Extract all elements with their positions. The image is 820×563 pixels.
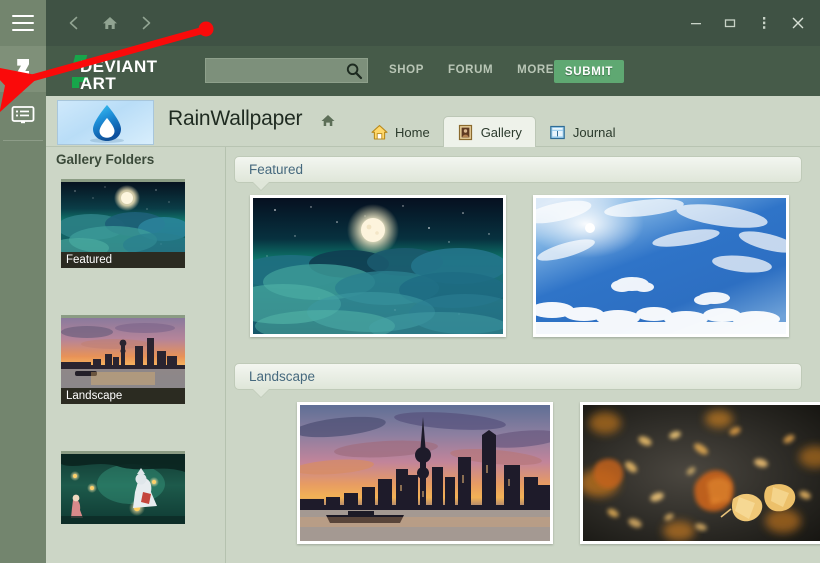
feed-list-icon xyxy=(11,106,35,124)
folder-label-landscape: Landscape xyxy=(61,388,185,404)
thumbnail-image xyxy=(300,405,550,541)
home-icon xyxy=(103,17,117,29)
folder-featured[interactable]: Featured xyxy=(61,179,185,268)
rail-item-feed[interactable] xyxy=(0,92,46,138)
site-nav: SHOP FORUM MORE xyxy=(389,64,554,76)
gallery-item-blue-sky[interactable] xyxy=(533,195,789,337)
section-header-featured: Featured xyxy=(234,156,802,190)
journal-book-icon xyxy=(549,124,566,141)
profile-home-icon[interactable] xyxy=(321,114,335,127)
overflow-menu-button[interactable] xyxy=(748,8,780,38)
gallery-folders-sidebar: Gallery Folders Featured Landscape xyxy=(46,147,225,563)
nav-item-more[interactable]: MORE xyxy=(517,64,554,76)
tab-gallery[interactable]: Gallery xyxy=(442,116,536,147)
close-button[interactable] xyxy=(782,8,814,38)
picture-frame-icon xyxy=(457,124,474,141)
content-area: Gallery Folders Featured Landscape Featu… xyxy=(46,147,820,563)
tab-home-label: Home xyxy=(395,125,430,140)
folder-third[interactable] xyxy=(61,451,185,524)
left-rail xyxy=(0,0,46,563)
back-button[interactable] xyxy=(58,8,90,38)
page-body: RainWallpaper Home Gallery Journal Galle… xyxy=(46,96,820,563)
rail-divider xyxy=(3,140,43,141)
tab-journal-label: Journal xyxy=(572,125,616,140)
hamburger-icon xyxy=(12,15,34,31)
tab-journal[interactable]: Journal xyxy=(536,118,629,147)
gallery-item-autumn-leaves[interactable] xyxy=(580,402,820,544)
section-title-landscape: Landscape xyxy=(249,369,316,384)
deviantart-header: DEVIANT ART SHOP FORUM MORE SUBMIT xyxy=(46,46,820,96)
chevron-left-icon xyxy=(69,16,78,30)
search-icon[interactable] xyxy=(345,62,363,80)
deviantart-wordmark[interactable]: DEVIANT ART xyxy=(60,51,180,93)
menu-toggle-button[interactable] xyxy=(0,0,46,46)
folder-thumb-city-sunset xyxy=(61,318,185,388)
profile-tabs: Home Gallery Journal xyxy=(358,116,629,147)
close-icon xyxy=(792,17,804,29)
droplet-shadow xyxy=(90,138,124,143)
water-droplet-icon xyxy=(93,105,121,141)
search-input[interactable] xyxy=(206,59,344,82)
nav-item-shop[interactable]: SHOP xyxy=(389,64,424,76)
section-tail xyxy=(253,182,269,190)
thumbnail-image xyxy=(253,198,503,334)
kebab-menu-icon xyxy=(763,17,766,29)
folder-thumb-forest-lanterns xyxy=(61,454,185,524)
browser-nav-buttons xyxy=(58,8,162,38)
sidebar-title: Gallery Folders xyxy=(56,152,155,167)
house-icon xyxy=(371,124,388,141)
gallery-main: Featured Landscape xyxy=(226,147,820,563)
minimize-icon xyxy=(691,23,701,25)
gallery-item-moonlit-clouds[interactable] xyxy=(250,195,506,337)
folder-landscape[interactable]: Landscape xyxy=(61,315,185,404)
folder-thumb-moonlit-clouds xyxy=(61,182,185,252)
section-header-landscape: Landscape xyxy=(234,363,802,397)
section-tail xyxy=(253,389,269,397)
app-window: DEVIANT ART SHOP FORUM MORE SUBMIT RainW… xyxy=(0,0,820,563)
maximize-icon xyxy=(724,19,736,28)
tab-gallery-label: Gallery xyxy=(480,124,522,140)
submit-button[interactable]: SUBMIT xyxy=(554,60,624,83)
forward-button[interactable] xyxy=(130,8,162,38)
thumbnail-image xyxy=(583,405,820,541)
chevron-right-icon xyxy=(142,16,151,30)
section-title-featured: Featured xyxy=(249,162,304,177)
nav-item-forum[interactable]: FORUM xyxy=(448,64,493,76)
minimize-button[interactable] xyxy=(680,8,712,38)
title-bar xyxy=(46,0,820,46)
gallery-item-city-sunset[interactable] xyxy=(297,402,553,544)
deviantart-icon xyxy=(17,59,29,78)
tab-home[interactable]: Home xyxy=(358,118,443,147)
rail-item-deviantart[interactable] xyxy=(0,46,46,92)
maximize-button[interactable] xyxy=(714,8,746,38)
page-title: RainWallpaper xyxy=(168,107,303,130)
avatar[interactable] xyxy=(57,100,154,145)
brand-line-2: ART xyxy=(80,74,117,93)
window-controls xyxy=(680,8,814,38)
brand-line-1: DEVIANT xyxy=(80,57,158,76)
search-box[interactable] xyxy=(205,58,368,83)
thumbnail-image xyxy=(536,198,786,334)
profile-header: RainWallpaper Home Gallery Journal xyxy=(46,96,820,147)
folder-label-featured: Featured xyxy=(61,252,185,268)
home-button[interactable] xyxy=(94,8,126,38)
